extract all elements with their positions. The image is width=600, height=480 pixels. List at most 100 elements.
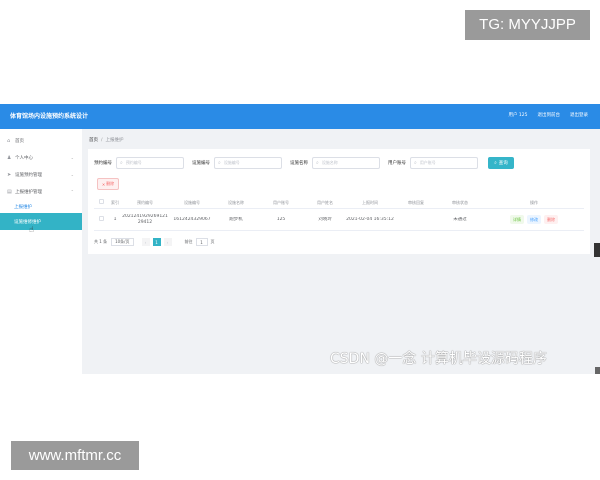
app-window: 体育馆场内设施预约系统设计 用户 125 退出到前台 退出登录 ⌂ 首页 ♟ 个… xyxy=(0,104,600,374)
search-label: 设施名称 xyxy=(290,161,308,166)
prev-page-button[interactable]: ‹ xyxy=(141,238,150,246)
booking-no-input[interactable]: ⌕ 预约编号 xyxy=(116,157,184,169)
input-placeholder: 设施名称 xyxy=(321,160,338,165)
column-header: 预约编号 xyxy=(137,199,153,205)
tg-watermark: TG: MYYJJPP xyxy=(465,10,590,40)
cell-booking-no: 2021241929269121 29412 xyxy=(122,213,168,225)
input-placeholder: 设施编号 xyxy=(223,160,240,165)
header-user-link[interactable]: 用户 125 xyxy=(508,112,527,118)
search-icon: ⌕ xyxy=(494,161,497,166)
scroll-handle[interactable] xyxy=(594,243,600,257)
breadcrumb-home[interactable]: 首页 xyxy=(89,138,98,143)
search-group-booking-no: 预约编号 ⌕ 预约编号 xyxy=(94,157,184,169)
page-number-current[interactable]: 1 xyxy=(152,238,161,246)
search-group-facility-name: 设施名称 ⌕ 设施名称 xyxy=(290,157,380,169)
facility-no-input[interactable]: ⌕ 设施编号 xyxy=(214,157,282,169)
data-table: 索引 预约编号 设施编号 设施名称 用户账号 用户姓名 上报时间 审核回复 审核… xyxy=(94,197,584,231)
breadcrumb: 首页 / 上报维护 xyxy=(89,137,124,143)
sidebar-item-booking-management[interactable]: ➤ 设施预约管理 ⌄ xyxy=(0,166,82,183)
search-icon: ⌕ xyxy=(316,160,319,166)
csdn-watermark: CSDN @一念 计算机毕设源码程序 xyxy=(330,351,547,367)
sidebar-subitem-facility-repair[interactable]: 设施维修维护 xyxy=(0,213,82,230)
column-header: 用户姓名 xyxy=(317,199,333,205)
cell-facility-no: 1612424329067 xyxy=(173,216,211,222)
sidebar-item-label: 首页 xyxy=(15,138,24,144)
sidebar-item-label: 设施预约管理 xyxy=(15,172,42,178)
column-header: 上报时间 xyxy=(362,199,378,205)
header-links: 用户 125 退出到前台 退出登录 xyxy=(508,112,588,118)
search-label: 设施编号 xyxy=(192,161,210,166)
goto-page-input[interactable]: 1 xyxy=(195,238,208,246)
logout-link[interactable]: 退出登录 xyxy=(570,112,588,118)
column-header: 设施名称 xyxy=(228,199,244,205)
page-size-select[interactable]: 10条/页 xyxy=(111,238,134,246)
search-icon: ⌕ xyxy=(414,160,417,166)
input-placeholder: 预约编号 xyxy=(125,160,142,165)
column-header: 设施编号 xyxy=(184,199,200,205)
sidebar: ⌂ 首页 ♟ 个人中心 ⌄ ➤ 设施预约管理 ⌄ ▤ 上报维护管理 ⌃ 上报维护… xyxy=(0,129,82,374)
column-header: 审核状态 xyxy=(452,199,468,205)
cell-account: 125 xyxy=(276,216,286,222)
detail-button[interactable]: 详情 xyxy=(510,215,524,224)
checkbox-box xyxy=(98,215,104,221)
search-label: 用户账号 xyxy=(388,161,406,166)
table-header-row: 索引 预约编号 设施编号 设施名称 用户账号 用户姓名 上报时间 审核回复 审核… xyxy=(94,197,584,209)
sidebar-item-maintenance-management[interactable]: ▤ 上报维护管理 ⌃ xyxy=(0,183,82,200)
search-button[interactable]: ⌕ 查询 xyxy=(488,157,514,169)
app-title: 体育馆场内设施预约系统设计 xyxy=(10,113,89,120)
column-header: 操作 xyxy=(530,199,538,205)
top-header: 体育馆场内设施预约系统设计 用户 125 退出到前台 退出登录 xyxy=(0,104,600,129)
search-icon: ⌕ xyxy=(218,160,221,166)
sidebar-item-home[interactable]: ⌂ 首页 xyxy=(0,132,82,149)
batch-delete-button[interactable]: ✕ 删除 xyxy=(97,178,119,190)
mouse-cursor-icon: ☝ xyxy=(29,225,34,234)
delete-button[interactable]: 删除 xyxy=(544,215,558,224)
url-watermark: www.mftmr.cc xyxy=(11,441,139,470)
cell-user-name: 刘晓玲 xyxy=(318,216,332,222)
column-header: 用户账号 xyxy=(273,199,289,205)
screenshot-canvas: 体育馆场内设施预约系统设计 用户 125 退出到前台 退出登录 ⌂ 首页 ♟ 个… xyxy=(0,0,600,480)
pagination: 共 1 条 10条/页 ‹ 1 › 前往 1 页 xyxy=(94,238,215,246)
account-input[interactable]: ⌕ 用户账号 xyxy=(410,157,478,169)
select-all-checkbox[interactable] xyxy=(94,199,108,206)
sidebar-item-label: 个人中心 xyxy=(15,155,33,161)
sidebar-item-label: 上报维护管理 xyxy=(15,189,42,195)
column-header: 审核回复 xyxy=(408,199,424,205)
cell-actions: 详情 修改 删除 xyxy=(484,215,584,224)
column-header: 索引 xyxy=(111,199,119,205)
goto-suffix: 页 xyxy=(210,239,215,244)
row-checkbox[interactable] xyxy=(94,215,108,224)
scroll-handle-bottom[interactable] xyxy=(595,367,600,374)
checkbox-box xyxy=(98,199,104,204)
goto-label: 前往 xyxy=(184,239,193,244)
table-row: 1 2021241929269121 29412 1612424329067 跑… xyxy=(94,209,584,231)
chevron-up-icon: ⌃ xyxy=(70,189,74,194)
cell-status: 未通过 xyxy=(453,216,467,222)
user-icon: ♟ xyxy=(7,154,12,161)
sidebar-subitem-report-maintenance[interactable]: 上报维护 xyxy=(0,200,82,213)
delete-button-label: 删除 xyxy=(106,181,115,186)
search-icon: ⌕ xyxy=(120,160,123,166)
facility-name-input[interactable]: ⌕ 设施名称 xyxy=(312,157,380,169)
edit-button[interactable]: 修改 xyxy=(527,215,541,224)
back-to-front-link[interactable]: 退出到前台 xyxy=(538,112,561,118)
send-icon: ➤ xyxy=(7,171,12,178)
next-page-button[interactable]: › xyxy=(163,238,172,246)
content-card: 预约编号 ⌕ 预约编号 设施编号 ⌕ 设施编号 设施名称 ⌕ 设施名称 用户账号 ⌕ 用… xyxy=(88,149,590,254)
search-button-label: 查询 xyxy=(498,161,508,166)
delete-icon: ✕ xyxy=(101,181,106,187)
breadcrumb-separator: / xyxy=(101,138,103,143)
folder-icon: ▤ xyxy=(7,188,12,195)
home-icon: ⌂ xyxy=(7,137,11,144)
cell-report-time: 2021-02-04 16:35:12 xyxy=(346,216,394,222)
search-label: 预约编号 xyxy=(94,161,112,166)
chevron-down-icon: ⌄ xyxy=(70,155,74,160)
pagination-total: 共 1 条 xyxy=(94,239,108,244)
input-placeholder: 用户账号 xyxy=(419,160,436,165)
chevron-down-icon: ⌄ xyxy=(70,172,74,177)
search-group-account: 用户账号 ⌕ 用户账号 xyxy=(388,157,478,169)
sidebar-item-personal-center[interactable]: ♟ 个人中心 ⌄ xyxy=(0,149,82,166)
cell-facility-name: 跑步机 xyxy=(229,216,243,222)
search-group-facility-no: 设施编号 ⌕ 设施编号 xyxy=(192,157,282,169)
cell-index: 1 xyxy=(113,216,117,222)
